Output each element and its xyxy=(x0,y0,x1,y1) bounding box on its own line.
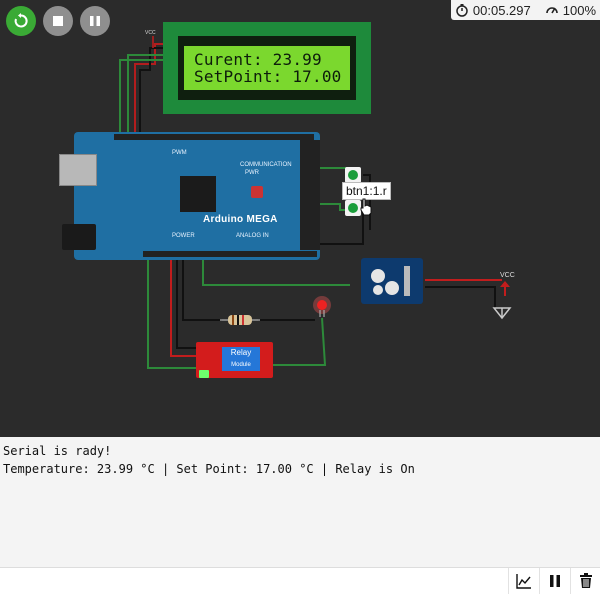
digital-header-side xyxy=(300,140,320,250)
pwm-label: PWM xyxy=(172,150,187,156)
lcd-line-2: SetPoint: 17.00 xyxy=(194,67,342,86)
simulation-canvas[interactable]: 00:05.297 100% Curent: 23.99 SetPoint: 1… xyxy=(0,0,600,437)
clear-button[interactable] xyxy=(570,568,600,594)
led-icon[interactable] xyxy=(312,296,332,318)
relay-coil: Relay Module xyxy=(222,347,260,371)
pause-icon xyxy=(550,575,560,587)
relay-indicator xyxy=(199,370,209,378)
chart-icon xyxy=(516,574,531,589)
vcc-label-top: VCC xyxy=(145,30,156,36)
serial-line-2: Temperature: 23.99 °C | Set Point: 17.00… xyxy=(3,462,415,476)
serial-line-1: Serial is rady! xyxy=(3,444,112,458)
trash-icon xyxy=(580,573,592,588)
comm-label: COMMUNICATION xyxy=(240,162,292,168)
serial-toolbar xyxy=(0,567,600,595)
board-name: Arduino MEGA xyxy=(203,214,278,225)
power-jack xyxy=(62,224,96,250)
plotter-button[interactable] xyxy=(508,568,539,594)
analog-header xyxy=(143,251,317,257)
mcu-chip xyxy=(180,176,216,212)
vcc-label-right: VCC xyxy=(500,272,515,279)
resistor-icon[interactable] xyxy=(220,314,260,326)
serial-monitor: Serial is rady! Temperature: 23.99 °C | … xyxy=(0,437,600,567)
pwr-label: PWR xyxy=(245,170,259,176)
analog-label: ANALOG IN xyxy=(236,233,269,239)
serial-pause-button[interactable] xyxy=(539,568,570,594)
reset-button[interactable] xyxy=(251,186,263,198)
button-cap xyxy=(348,203,358,213)
relay-title: Relay xyxy=(230,348,252,357)
button-cap xyxy=(348,170,358,180)
power-label: POWER xyxy=(172,233,195,239)
pushbutton-1[interactable] xyxy=(345,167,361,183)
digital-header-top xyxy=(114,134,314,140)
usb-port xyxy=(59,154,97,186)
serial-input[interactable] xyxy=(0,568,508,594)
hand-cursor-icon xyxy=(360,198,372,216)
sensor-detail xyxy=(371,266,410,296)
relay-subtitle: Module xyxy=(231,362,251,368)
